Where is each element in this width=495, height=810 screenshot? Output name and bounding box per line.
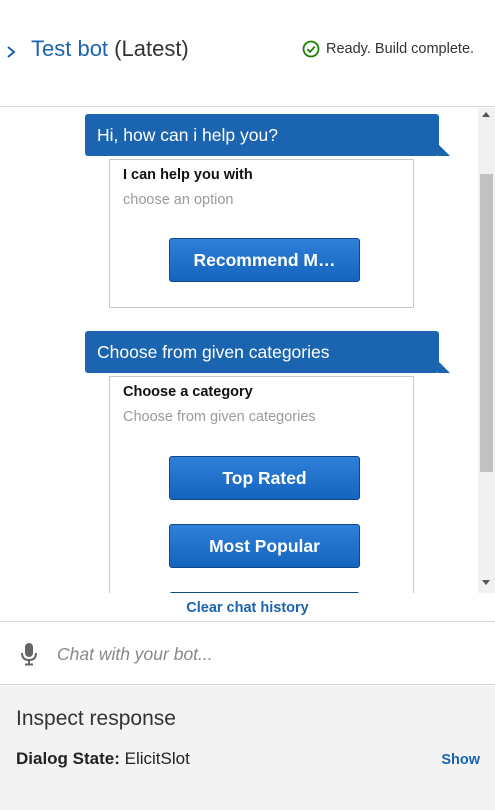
card-title: Choose a category	[123, 384, 253, 400]
panel-header: Test bot (Latest) Ready. Build complete.	[0, 0, 495, 107]
bot-message: Choose from given categories	[85, 331, 450, 373]
build-status: Ready. Build complete.	[302, 40, 474, 58]
test-bot-panel: Test bot (Latest) Ready. Build complete.…	[0, 0, 495, 810]
chat-history[interactable]: Hi, how can i help you? I can help you w…	[0, 108, 495, 593]
recommend-button[interactable]: Recommend M…	[169, 238, 360, 282]
bot-name[interactable]: Test bot	[31, 36, 108, 61]
status-text: Ready. Build complete.	[326, 41, 475, 57]
top-rated-button[interactable]: Top Rated	[169, 456, 360, 500]
most-popular-button[interactable]: Most Popular	[169, 524, 360, 568]
dialog-state: Dialog State: ElicitSlot	[16, 749, 190, 769]
dialog-state-value: ElicitSlot	[124, 749, 190, 768]
show-link[interactable]: Show	[441, 752, 480, 768]
clear-history-row: Clear chat history	[0, 593, 495, 622]
inspect-response-panel: Inspect response Dialog State: ElicitSlo…	[0, 686, 495, 810]
card-subtitle: Choose from given categories	[123, 409, 316, 425]
response-card: Choose a category Choose from given cate…	[109, 376, 414, 593]
bot-message: Hi, how can i help you?	[85, 114, 450, 156]
chat-input[interactable]	[57, 641, 477, 667]
check-circle-icon	[302, 40, 320, 58]
scroll-down-arrow-icon[interactable]	[482, 580, 490, 585]
chevron-right-icon[interactable]	[5, 42, 19, 62]
card-title: I can help you with	[123, 167, 253, 183]
page-title: Test bot (Latest)	[31, 36, 189, 62]
chat-scrollbar[interactable]	[478, 108, 495, 593]
chat-input-bar	[0, 623, 495, 685]
card-subtitle: choose an option	[123, 192, 234, 208]
scroll-thumb[interactable]	[480, 174, 493, 472]
microphone-icon[interactable]	[19, 642, 39, 666]
clear-chat-history-link[interactable]: Clear chat history	[186, 600, 309, 616]
bot-version: (Latest)	[114, 36, 189, 61]
response-card: I can help you with choose an option Rec…	[109, 159, 414, 308]
inspect-title: Inspect response	[16, 707, 176, 730]
dialog-state-label: Dialog State:	[16, 749, 120, 768]
scroll-up-arrow-icon[interactable]	[482, 112, 490, 117]
